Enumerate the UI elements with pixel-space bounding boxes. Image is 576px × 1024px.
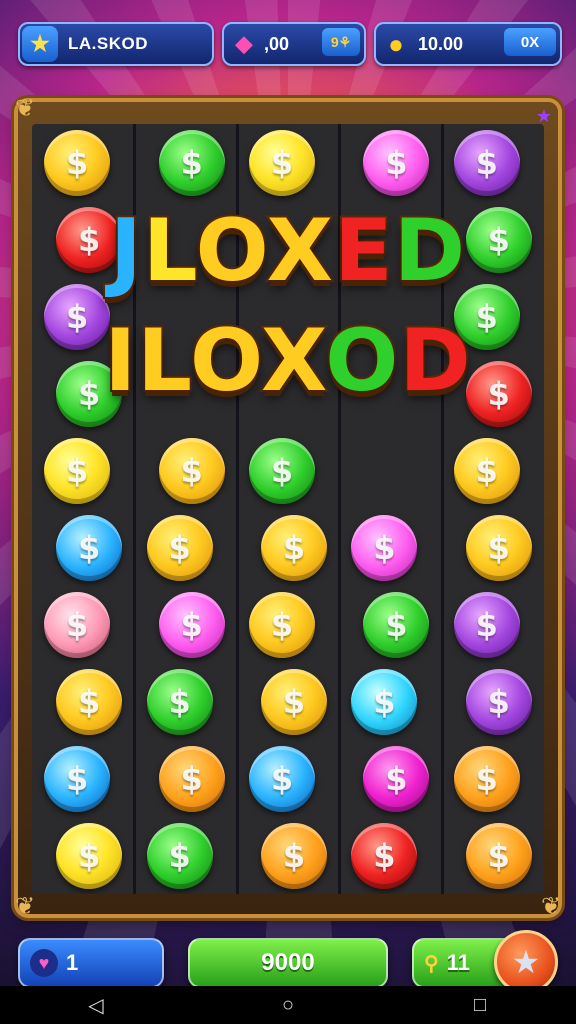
- title-letter: I: [102, 311, 138, 411]
- gold-coin[interactable]: $: [249, 591, 315, 658]
- gem-icon: ◆: [235, 31, 253, 56]
- title-letter: X: [259, 311, 326, 411]
- coins-panel[interactable]: ● 10.00 0X: [374, 22, 562, 66]
- title-letter: J: [108, 201, 144, 301]
- home-button[interactable]: ○: [258, 994, 318, 1017]
- yellow-coin[interactable]: $: [249, 129, 315, 196]
- gold-coin[interactable]: $: [261, 668, 327, 735]
- player-name: LA.SKOD: [68, 34, 148, 53]
- gold-coin[interactable]: $: [453, 437, 520, 504]
- title-letter: O: [323, 311, 400, 411]
- title-letter: L: [135, 311, 191, 411]
- magenta-coin[interactable]: $: [363, 745, 430, 812]
- orange-coin[interactable]: $: [158, 745, 225, 812]
- key-icon: ⚲: [424, 952, 439, 975]
- green-coin[interactable]: $: [146, 822, 213, 889]
- system-nav-bar: ◁ ○ □: [0, 986, 576, 1024]
- purple-coin[interactable]: $: [453, 129, 520, 196]
- gold-coin[interactable]: $: [56, 668, 123, 735]
- star-icon: ★: [511, 944, 541, 980]
- green-coin[interactable]: $: [249, 437, 315, 504]
- star-icon: ★: [22, 26, 58, 62]
- star-button[interactable]: ★: [494, 930, 558, 994]
- red-coin[interactable]: $: [351, 822, 418, 889]
- green-coin[interactable]: $: [146, 668, 213, 735]
- title-letter: O: [194, 201, 268, 301]
- coins-value: 10.00: [418, 33, 464, 54]
- gems-panel[interactable]: ◆ ,00 9⚘: [222, 22, 366, 66]
- coins-multiplier-button[interactable]: 0X: [504, 28, 556, 56]
- gold-coin[interactable]: $: [158, 437, 225, 504]
- peach-coin[interactable]: $: [44, 591, 111, 658]
- pink-coin[interactable]: $: [363, 129, 430, 196]
- title-line-2: ILOXOD: [0, 316, 576, 406]
- yellow-coin[interactable]: $: [44, 437, 111, 504]
- blue-coin[interactable]: $: [44, 745, 111, 812]
- green-coin[interactable]: $: [158, 129, 225, 196]
- gold-coin[interactable]: $: [465, 514, 532, 581]
- bottom-bar: ♥ 1 9000 ⚲ 11 ★: [18, 930, 558, 994]
- green-coin[interactable]: $: [363, 591, 430, 658]
- title-letter: X: [265, 201, 335, 301]
- frame-ornament-icon: ❦: [14, 893, 36, 920]
- pink-coin[interactable]: $: [158, 591, 225, 658]
- score-panel: 9000: [188, 938, 388, 988]
- frame-ornament-icon: ❦: [14, 95, 36, 122]
- lives-value: 1: [66, 950, 79, 975]
- frame-ornament-icon: ❦: [540, 893, 562, 920]
- title-letter: L: [141, 201, 197, 301]
- title-line-1: JLOXED: [0, 206, 576, 296]
- title-letter: D: [397, 311, 472, 411]
- coin-stack-icon: ●: [388, 28, 404, 59]
- blue-coin[interactable]: $: [56, 514, 123, 581]
- orange-coin[interactable]: $: [453, 745, 520, 812]
- purple-coin[interactable]: $: [465, 668, 532, 735]
- key-value: 11: [446, 950, 470, 975]
- orange-coin[interactable]: $: [261, 822, 327, 889]
- cyan-coin[interactable]: $: [351, 668, 418, 735]
- orange-coin[interactable]: $: [465, 822, 532, 889]
- yellow-coin[interactable]: $: [56, 822, 123, 889]
- title-letter: E: [332, 201, 395, 301]
- title-letter: O: [188, 311, 262, 411]
- gold-coin[interactable]: $: [261, 514, 327, 581]
- gems-value: ,00: [264, 33, 290, 54]
- score-value: 9000: [261, 949, 315, 976]
- gold-coin[interactable]: $: [44, 129, 111, 196]
- top-bar: ★ LA.SKOD ◆ ,00 9⚘ ● 10.00 0X: [18, 22, 562, 66]
- title-letter: D: [392, 201, 467, 301]
- back-button[interactable]: ◁: [66, 993, 126, 1018]
- lives-panel[interactable]: ♥ 1: [18, 938, 164, 988]
- heart-gem-icon: ♥: [30, 949, 58, 977]
- recent-apps-button[interactable]: □: [450, 994, 510, 1017]
- gold-coin[interactable]: $: [146, 514, 213, 581]
- player-panel[interactable]: ★ LA.SKOD: [18, 22, 214, 66]
- pink-coin[interactable]: $: [351, 514, 418, 581]
- purple-coin[interactable]: $: [453, 591, 520, 658]
- blue-coin[interactable]: $: [249, 745, 315, 812]
- gems-add-button[interactable]: 9⚘: [322, 28, 360, 56]
